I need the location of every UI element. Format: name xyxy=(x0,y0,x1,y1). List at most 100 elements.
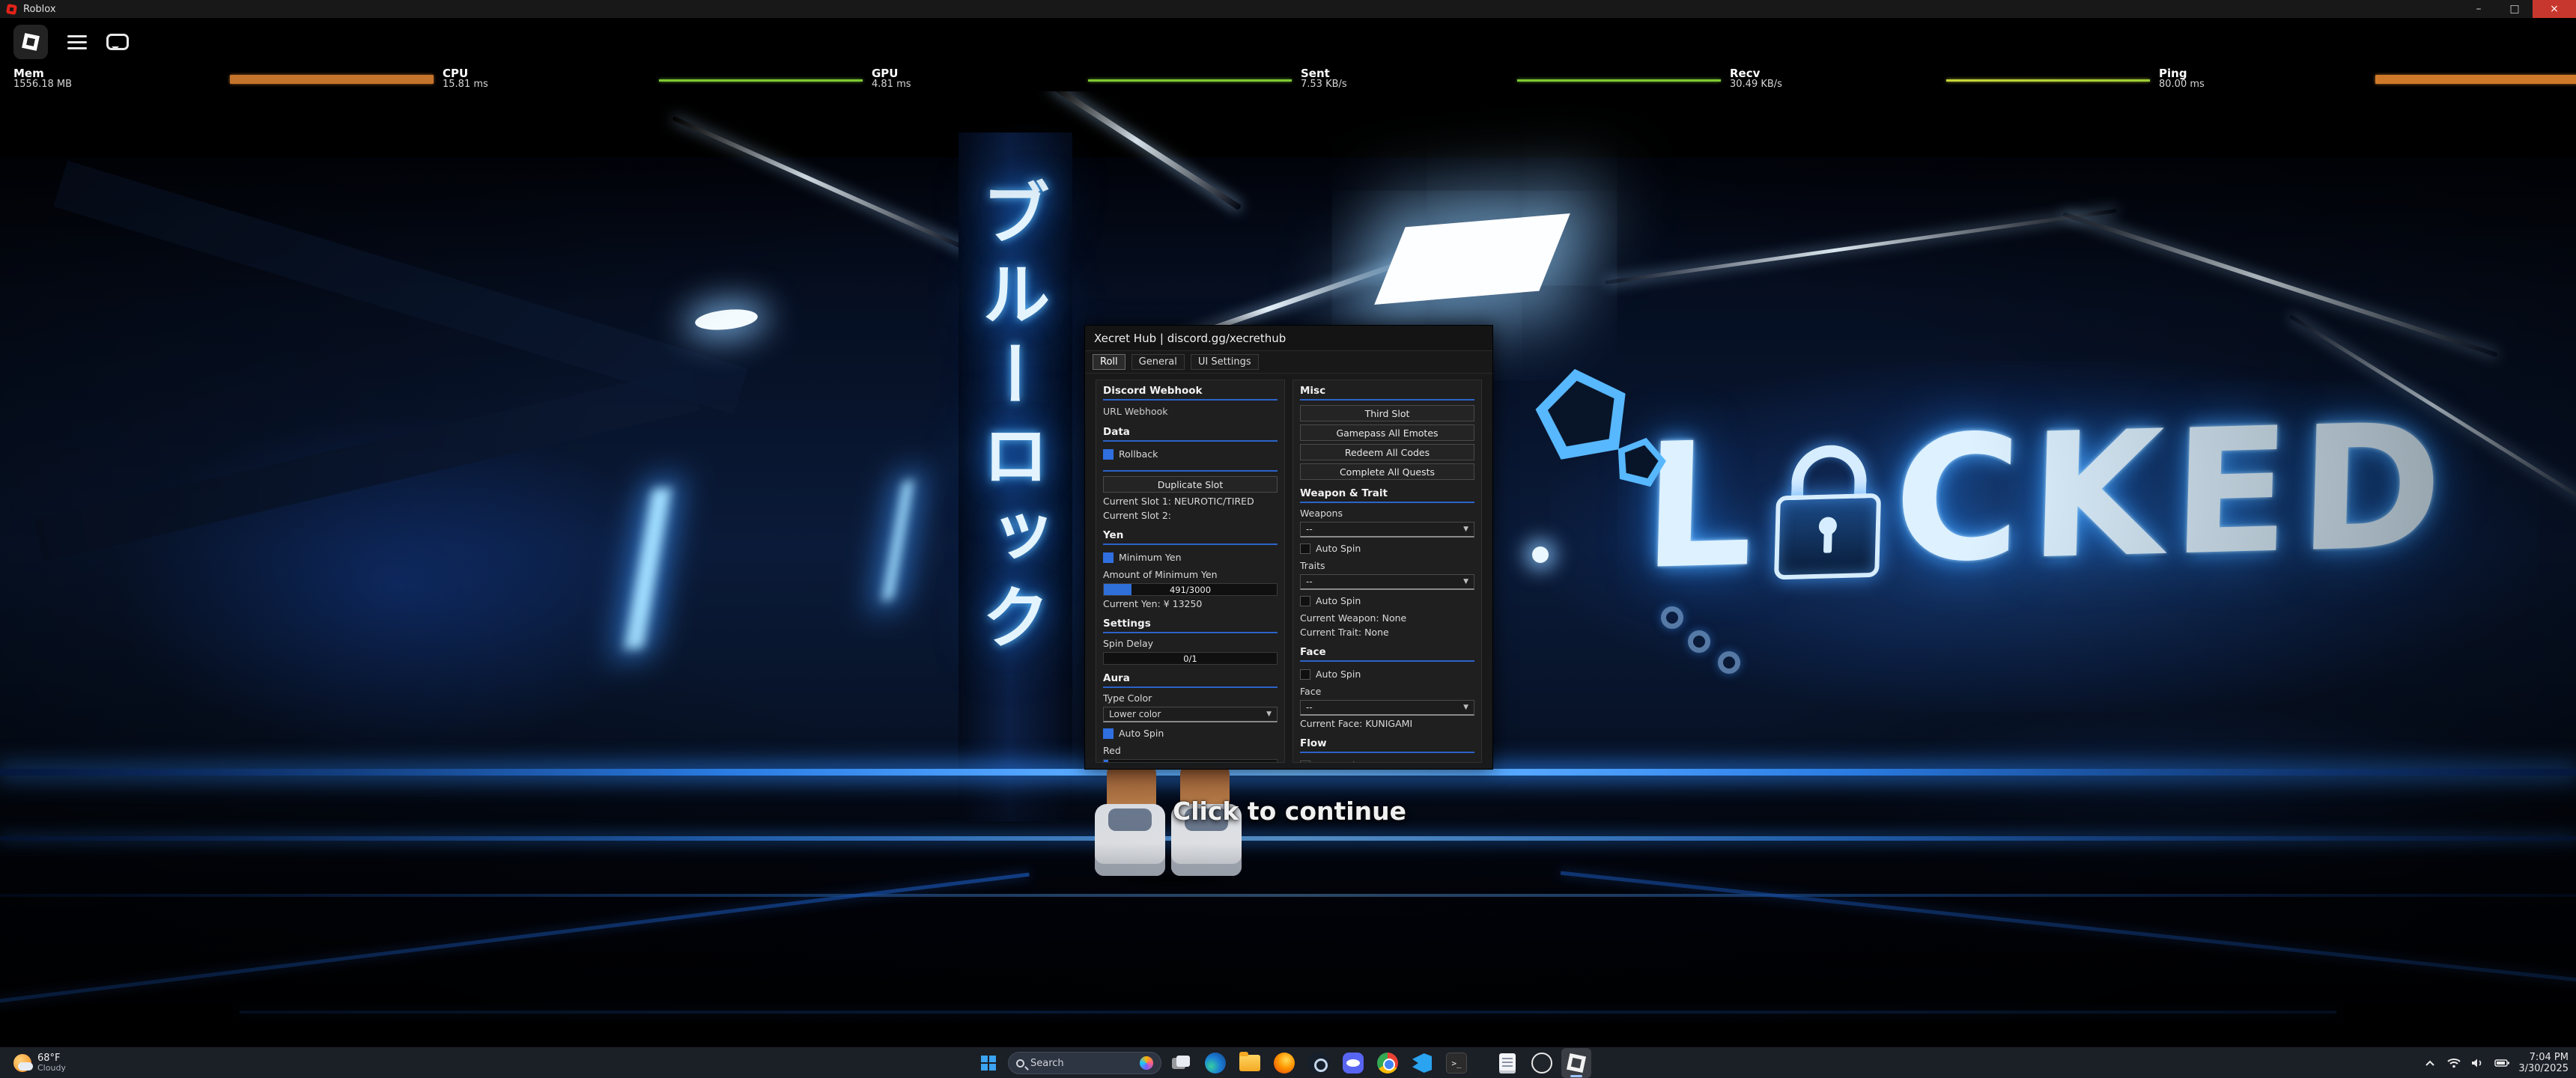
stat-cpu: CPU 15.81 ms xyxy=(443,68,872,91)
file-explorer-app[interactable] xyxy=(1235,1048,1265,1078)
chevron-up-icon[interactable] xyxy=(2422,1054,2437,1072)
weapons-dropdown[interactable]: -- ▼ xyxy=(1300,522,1474,538)
github-app[interactable] xyxy=(1527,1048,1557,1078)
weapons-auto-spin-checkbox[interactable]: Auto Spin xyxy=(1300,540,1474,557)
current-slot-2: Current Slot 2: xyxy=(1103,510,1172,521)
weather-temperature: 68°F xyxy=(37,1053,61,1064)
chrome-app[interactable] xyxy=(1373,1048,1403,1078)
notepad-app[interactable] xyxy=(1492,1048,1522,1078)
spin-delay-label: Spin Delay xyxy=(1103,638,1154,649)
traits-label: Traits xyxy=(1300,560,1325,571)
maximize-button[interactable]: □ xyxy=(2497,0,2533,18)
stat-sent: Sent 7.53 KB/s xyxy=(1301,68,1730,91)
gamepass-all-emotes-button[interactable]: Gamepass All Emotes xyxy=(1300,424,1474,441)
tab-ui-settings[interactable]: UI Settings xyxy=(1190,354,1259,370)
current-trait-label: Current Trait: None xyxy=(1300,627,1389,638)
stat-gpu: GPU 4.81 ms xyxy=(872,68,1301,91)
minimum-yen-slider[interactable]: 491/3000 xyxy=(1103,583,1278,596)
volume-icon[interactable] xyxy=(2470,1054,2485,1072)
player-character-legs xyxy=(1087,767,1252,894)
start-button[interactable] xyxy=(973,1048,1003,1078)
mem-graph xyxy=(230,70,434,88)
section-divider xyxy=(1300,502,1474,503)
face-dropdown[interactable]: -- ▼ xyxy=(1300,700,1474,716)
tab-roll[interactable]: Roll xyxy=(1093,354,1126,370)
roblox-app[interactable] xyxy=(1561,1048,1591,1078)
section-divider xyxy=(1103,440,1278,442)
roblox-menu-button[interactable] xyxy=(13,25,48,59)
character-shoe xyxy=(1095,804,1165,876)
minimize-button[interactable]: – xyxy=(2461,0,2497,18)
section-settings: Settings Spin Delay 0/1 xyxy=(1103,618,1278,665)
aura-auto-spin-checkbox[interactable]: Auto Spin xyxy=(1103,725,1278,742)
section-misc: Misc Third Slot Gamepass All Emotes Rede… xyxy=(1300,385,1474,480)
url-webhook-field[interactable]: URL Webhook xyxy=(1103,405,1278,418)
windows-taskbar: 68°F Cloudy Search >_ 7:04 PM 3/30/2025 xyxy=(0,1047,2576,1078)
close-button[interactable]: × xyxy=(2533,0,2576,18)
section-header: Data xyxy=(1103,426,1130,438)
chain-link xyxy=(1688,630,1710,653)
battery-icon[interactable] xyxy=(2494,1054,2510,1072)
section-divider xyxy=(1103,543,1278,545)
section-divider xyxy=(1103,686,1278,688)
terminal-app[interactable]: >_ xyxy=(1442,1048,1471,1078)
hamburger-icon[interactable] xyxy=(67,34,87,49)
color-type-dropdown[interactable]: Lower color ▼ xyxy=(1103,707,1278,722)
slider-value: 5/255 xyxy=(1104,760,1277,763)
firefox-app[interactable] xyxy=(1269,1048,1299,1078)
section-header: Discord Webhook xyxy=(1103,385,1203,397)
gpu-graph xyxy=(1088,70,1292,88)
red-slider[interactable]: 5/255 xyxy=(1103,759,1278,763)
xecret-hub-panel: Xecret Hub | discord.gg/xecrethub Roll G… xyxy=(1084,325,1493,770)
rollback-checkbox[interactable]: Rollback xyxy=(1103,446,1278,463)
panel-titlebar[interactable]: Xecret Hub | discord.gg/xecrethub xyxy=(1085,326,1492,351)
spin-delay-slider[interactable]: 0/1 xyxy=(1103,652,1278,665)
edge-app[interactable] xyxy=(1200,1048,1230,1078)
slider-value: 0/1 xyxy=(1183,653,1197,664)
vscode-app[interactable] xyxy=(1407,1048,1437,1078)
weapons-label: Weapons xyxy=(1300,508,1343,519)
task-view-button[interactable] xyxy=(1166,1048,1196,1078)
taskbar-clock[interactable]: 7:04 PM 3/30/2025 xyxy=(2518,1052,2569,1074)
steam-app[interactable] xyxy=(1304,1048,1334,1078)
clock-date: 3/30/2025 xyxy=(2518,1063,2569,1074)
chat-icon[interactable] xyxy=(106,34,129,50)
firefox-icon xyxy=(1274,1053,1295,1074)
dropdown-value: Lower color xyxy=(1109,709,1161,719)
discord-app[interactable] xyxy=(1338,1048,1368,1078)
redeem-all-codes-button[interactable]: Redeem All Codes xyxy=(1300,444,1474,460)
stat-recv: Recv 30.49 KB/s xyxy=(1730,68,2159,91)
tab-general[interactable]: General xyxy=(1131,354,1185,370)
edge-icon xyxy=(1205,1053,1226,1074)
dropdown-value: -- xyxy=(1306,576,1313,587)
chevron-down-icon: ▼ xyxy=(1463,526,1468,533)
weather-widget[interactable]: 68°F Cloudy xyxy=(7,1047,72,1078)
wifi-icon[interactable] xyxy=(2446,1054,2461,1072)
weather-icon xyxy=(13,1054,33,1072)
section-data: Data Rollback xyxy=(1103,426,1278,463)
face-auto-spin-checkbox[interactable]: Auto Spin xyxy=(1300,666,1474,683)
face-label: Face xyxy=(1300,686,1322,697)
duplicate-slot-button[interactable]: Duplicate Slot xyxy=(1103,476,1278,493)
complete-all-quests-button[interactable]: Complete All Quests xyxy=(1300,463,1474,480)
section-flow: Flow Auto Spin Flow -- ▼ xyxy=(1300,737,1474,762)
section-discord-webhook: Discord Webhook URL Webhook xyxy=(1103,385,1278,418)
flow-auto-spin-checkbox[interactable]: Auto Spin xyxy=(1300,758,1474,762)
current-yen-label: Current Yen: ¥ 13250 xyxy=(1103,598,1203,609)
section-divider xyxy=(1300,660,1474,662)
section-yen: Yen Minimum Yen Amount of Minimum Yen 49… xyxy=(1103,529,1278,610)
locked-letter-l: L xyxy=(1640,404,1765,609)
third-slot-button[interactable]: Third Slot xyxy=(1300,405,1474,421)
minimum-yen-checkbox[interactable]: Minimum Yen xyxy=(1103,549,1278,566)
type-color-label: Type Color xyxy=(1103,692,1152,704)
checkbox-box xyxy=(1103,552,1114,563)
section-aura: Aura Type Color Lower color ▼ Auto Spin … xyxy=(1103,672,1278,763)
amount-of-minimum-yen-label: Amount of Minimum Yen xyxy=(1103,569,1218,580)
section-header: Yen xyxy=(1103,529,1124,541)
click-to-continue-prompt[interactable]: Click to continue xyxy=(1173,797,1406,826)
traits-dropdown[interactable]: -- ▼ xyxy=(1300,574,1474,590)
slider-value: 491/3000 xyxy=(1169,584,1212,595)
chain-link xyxy=(1661,606,1683,629)
taskbar-search[interactable]: Search xyxy=(1008,1052,1161,1074)
traits-auto-spin-checkbox[interactable]: Auto Spin xyxy=(1300,593,1474,609)
